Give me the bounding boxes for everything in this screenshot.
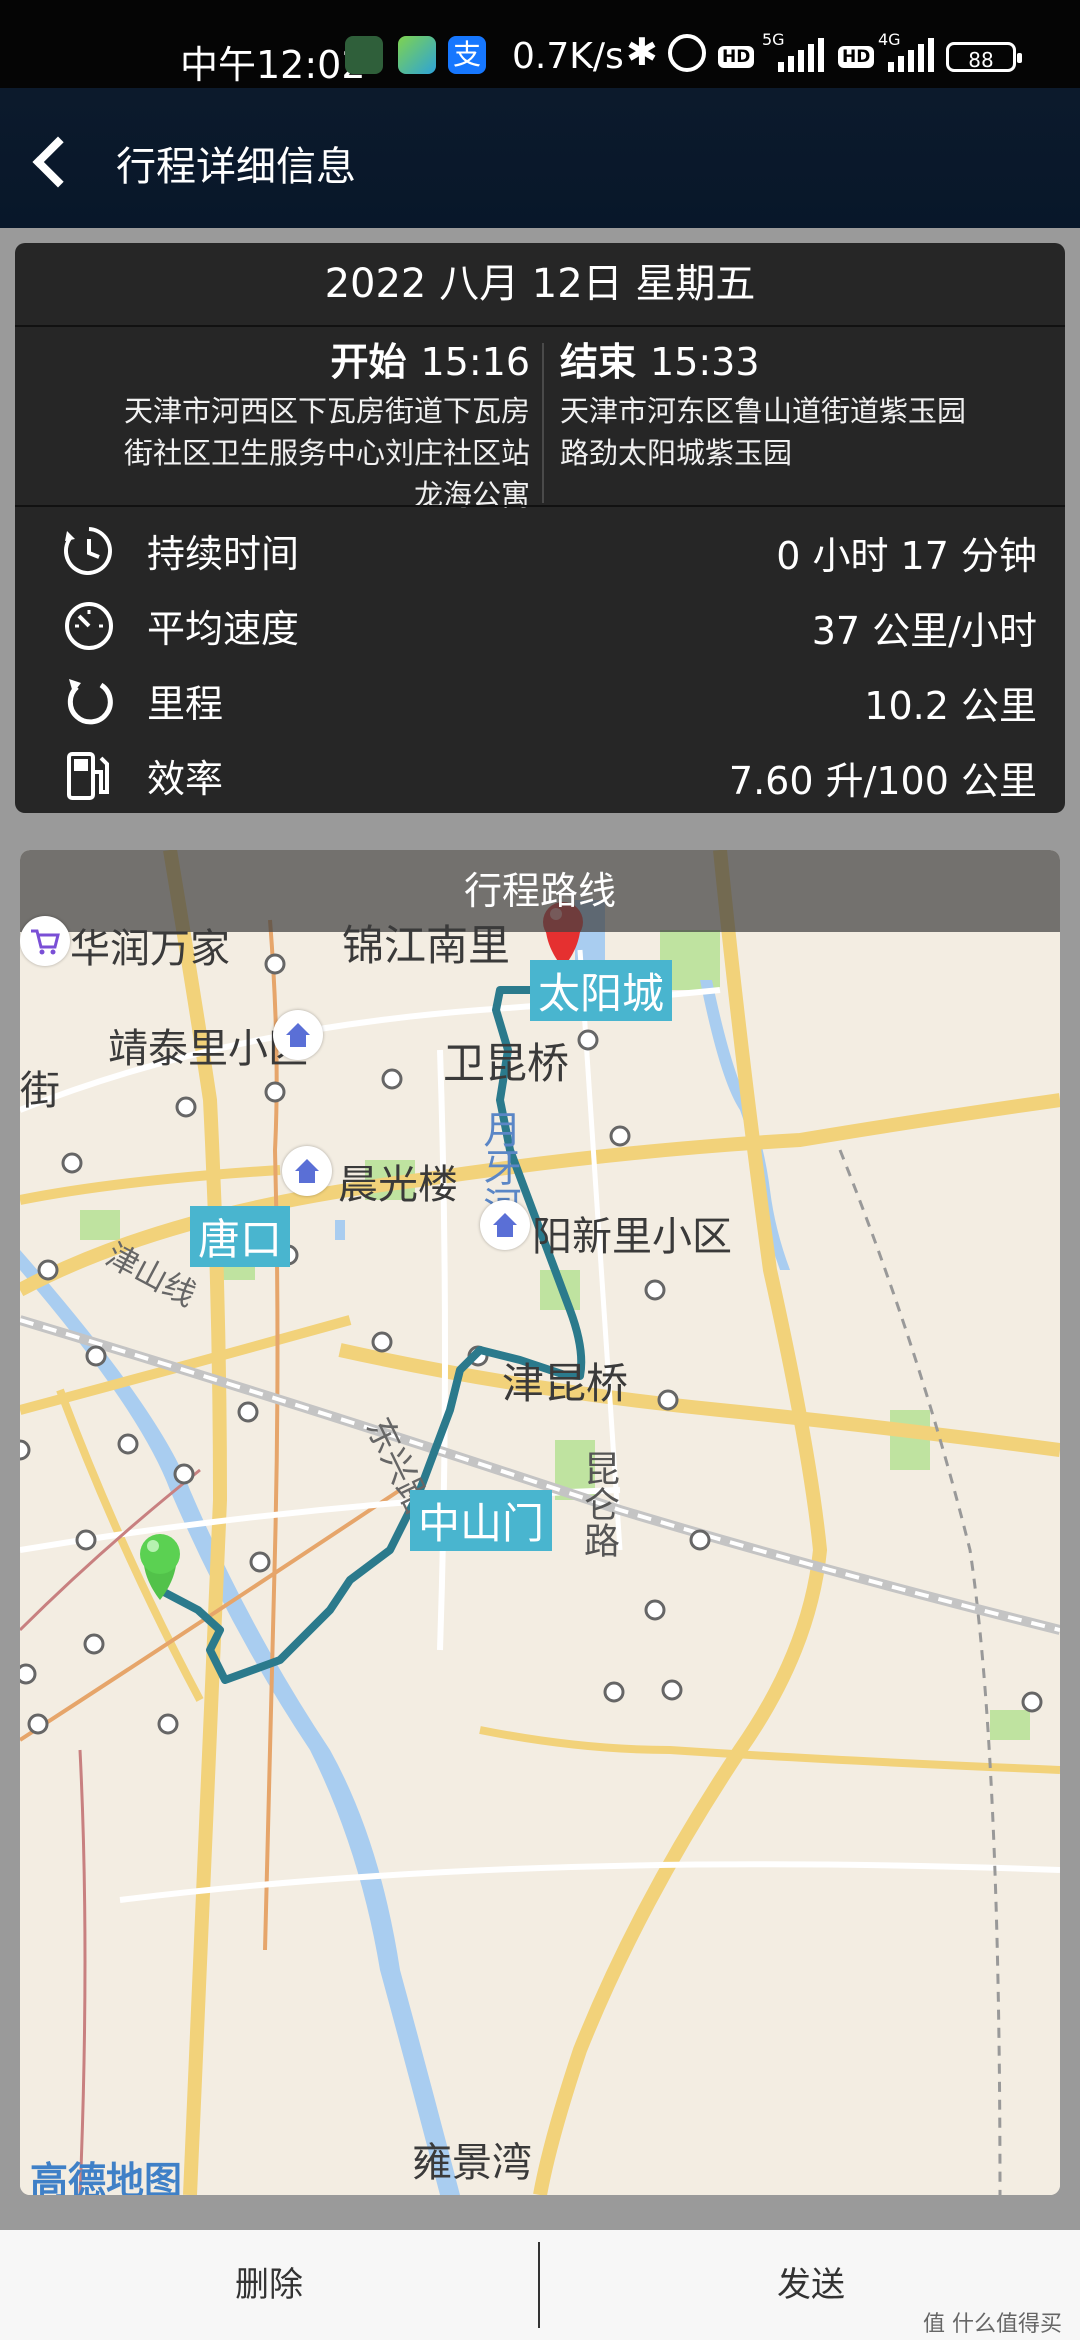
back-arrow-icon[interactable] <box>26 130 76 190</box>
shopping-cart-icon <box>20 916 70 966</box>
area-badge: 中山门 <box>410 1490 553 1551</box>
stat-value: 0 小时 17 分钟 <box>776 534 1037 578</box>
bluetooth-icon: ✱ <box>626 30 658 74</box>
start-address-line: 龙海公寓 <box>413 478 530 512</box>
map-label: 晨光楼 <box>338 1162 458 1208</box>
divider <box>538 2242 540 2328</box>
map-label: 锦江南里 <box>342 921 511 970</box>
map-provider-logo: 高德地图 <box>30 2159 183 2195</box>
signal-icon-1 <box>778 38 828 72</box>
alipay-icon: 支 <box>448 36 486 74</box>
map-label: 卫昆桥 <box>443 1039 570 1088</box>
divider <box>15 505 1065 507</box>
map-label: 津昆桥 <box>502 1359 629 1408</box>
start-time: 15:16 <box>420 340 530 384</box>
trip-date: 2022 八月 12日 星期五 <box>324 261 756 307</box>
stat-label: 效率 <box>147 757 224 801</box>
bottom-action-bar: 删除 发送 <box>0 2230 1080 2340</box>
net-speed: 0.7K/s <box>512 36 624 77</box>
stat-label: 平均速度 <box>147 607 300 651</box>
footer-watermark: 值 什么值得买 <box>923 2312 1062 2337</box>
trip-end: 结束 15:33 天津市河东区鲁山道街道紫玉园 路劲太阳城紫玉园 <box>560 331 1040 474</box>
end-address: 天津市河东区鲁山道街道紫玉园 路劲太阳城紫玉园 <box>560 390 1040 474</box>
road-label: 昆仑路 <box>578 1450 619 1558</box>
trip-start: 开始 15:16 天津市河西区下瓦房街道下瓦房 街社区卫生服务中心刘庄社区站 龙海… <box>45 331 530 516</box>
end-address-line: 路劲太阳城紫玉园 <box>560 436 793 470</box>
app-header: 行程详细信息 <box>0 88 1080 228</box>
map-label: 雍景湾 <box>412 2140 532 2186</box>
end-label: 结束 <box>560 340 637 384</box>
battery-icon: 88 <box>946 42 1022 72</box>
start-address-line: 街社区卫生服务中心刘庄社区站 <box>123 436 530 470</box>
stopwatch-icon <box>63 527 112 575</box>
route-map[interactable]: 行程路线 华润万家 锦江南里 太阳城 靖泰里小区 卫昆桥 街 月牙河 晨光楼 唐… <box>20 850 1060 2195</box>
start-label: 开始 <box>330 340 407 384</box>
stat-value: 7.60 升/100 公里 <box>728 759 1037 803</box>
alarm-icon <box>668 34 706 72</box>
start-address: 天津市河西区下瓦房街道下瓦房 街社区卫生服务中心刘庄社区站 龙海公寓 <box>45 390 530 516</box>
end-address-line: 天津市河东区鲁山道街道紫玉园 <box>560 394 967 428</box>
stat-row-efficiency: 效率 7.60 升/100 公里 <box>15 738 1065 810</box>
divider <box>15 325 1065 327</box>
trip-details-card: 2022 八月 12日 星期五 开始 15:16 天津市河西区下瓦房街道下瓦房 街… <box>15 243 1065 813</box>
stat-label: 持续时间 <box>147 532 300 576</box>
fuel-icon <box>67 752 109 800</box>
map-label: 华润万家 <box>70 926 230 972</box>
column-separator <box>542 343 544 503</box>
signal-icon-2 <box>888 38 938 72</box>
loop-icon <box>67 679 113 725</box>
stat-label: 里程 <box>147 682 224 726</box>
hd-badge-2: HD <box>838 46 875 68</box>
delete-button[interactable]: 删除 <box>0 2230 538 2340</box>
stat-row-duration: 持续时间 0 小时 17 分钟 <box>15 513 1065 585</box>
area-badge: 唐口 <box>190 1206 291 1267</box>
map-label: 阳新里小区 <box>532 1214 732 1260</box>
map-label: 街 <box>20 1068 60 1114</box>
home-icon <box>282 1146 332 1196</box>
destination-badge: 太阳城 <box>530 960 673 1021</box>
start-address-line: 天津市河西区下瓦房街道下瓦房 <box>123 394 530 428</box>
status-bar: 中午12:02 支 0.7K/s ✱ HD 5G HD 4G 88 <box>0 0 1080 88</box>
speedometer-icon <box>65 602 113 650</box>
home-icon <box>480 1200 530 1250</box>
hd-badge-1: HD <box>718 46 755 68</box>
stat-row-distance: 里程 10.2 公里 <box>15 663 1065 735</box>
stat-row-speed: 平均速度 37 公里/小时 <box>15 588 1065 660</box>
stat-value: 37 公里/小时 <box>811 609 1037 653</box>
stat-value: 10.2 公里 <box>864 684 1037 728</box>
page-title: 行程详细信息 <box>116 144 356 190</box>
remote-app-icon <box>345 36 383 74</box>
home-icon <box>273 1010 323 1060</box>
end-time: 15:33 <box>650 340 760 384</box>
game-app-icon <box>398 36 436 74</box>
status-time: 中午12:02 <box>180 43 366 87</box>
